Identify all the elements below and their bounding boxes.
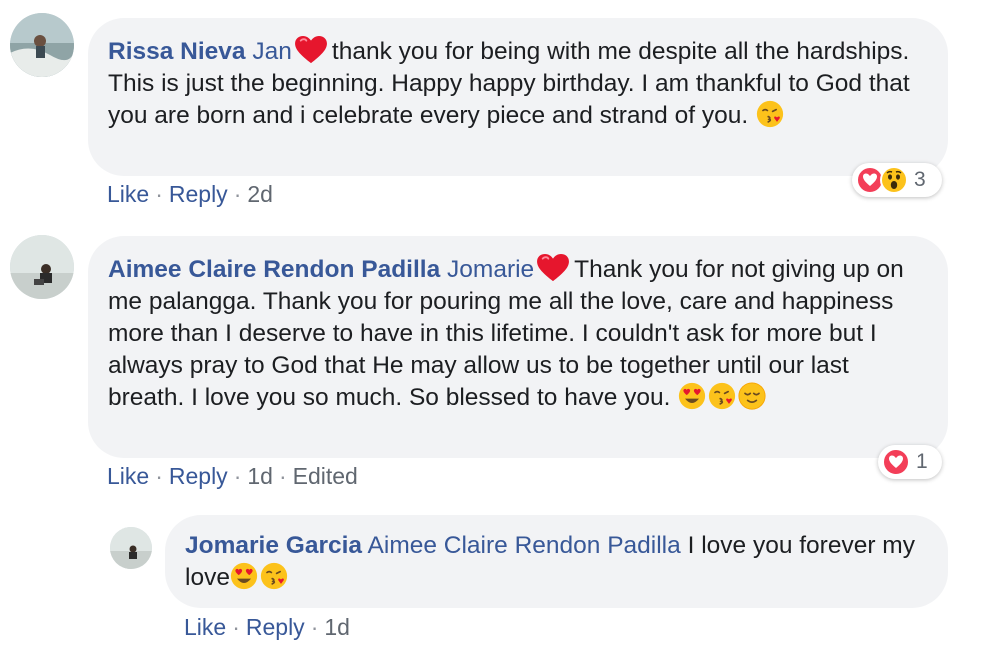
separator: · xyxy=(310,614,319,640)
heart-eyes-face-icon xyxy=(678,382,706,410)
avatar-photo xyxy=(10,13,74,77)
comment-author[interactable]: Rissa Nieva xyxy=(108,38,246,65)
separator: · xyxy=(155,181,163,207)
reaction-summary[interactable]: 1 xyxy=(878,445,942,479)
comment-time[interactable]: 2d xyxy=(247,181,273,207)
reply-author[interactable]: Jomarie Garcia xyxy=(185,532,362,559)
comment-bubble: Aimee Claire Rendon Padilla Jomarie Thank… xyxy=(88,236,948,458)
heart-eyes-face-icon xyxy=(230,562,258,590)
love-reaction-icon xyxy=(882,448,910,476)
reply-actions: Like · Reply · 1d xyxy=(184,613,350,641)
separator: · xyxy=(232,614,240,640)
edited-label[interactable]: Edited xyxy=(293,463,358,489)
comment-author[interactable]: Aimee Claire Rendon Padilla xyxy=(108,256,440,283)
separator: · xyxy=(233,463,242,489)
reaction-summary[interactable]: 3 xyxy=(852,163,942,197)
reply-link[interactable]: Reply xyxy=(169,181,228,207)
separator: · xyxy=(233,181,242,207)
avatar[interactable] xyxy=(110,527,152,569)
kissing-face-icon xyxy=(260,562,288,590)
red-heart-icon xyxy=(294,35,328,65)
comment-mention[interactable]: Jan xyxy=(252,38,292,65)
reaction-count: 1 xyxy=(916,450,928,473)
comment-actions: Like · Reply · 1d · Edited xyxy=(107,462,358,490)
avatar[interactable] xyxy=(10,235,74,299)
reaction-count: 3 xyxy=(914,168,926,191)
reply-mention[interactable]: Aimee Claire Rendon Padilla xyxy=(368,532,681,559)
reply-time[interactable]: 1d xyxy=(324,614,350,640)
avatar-photo xyxy=(10,235,74,299)
separator: · xyxy=(155,463,163,489)
kissing-face-icon xyxy=(756,100,784,128)
reply-bubble: Jomarie Garcia Aimee Claire Rendon Padil… xyxy=(165,515,948,608)
avatar-photo xyxy=(110,527,152,569)
wow-reaction-icon xyxy=(880,166,908,194)
comment-actions: Like · Reply · 2d xyxy=(107,180,273,208)
comment-mention[interactable]: Jomarie xyxy=(447,256,534,283)
avatar[interactable] xyxy=(10,13,74,77)
like-link[interactable]: Like xyxy=(107,463,149,489)
separator: · xyxy=(278,463,287,489)
like-link[interactable]: Like xyxy=(184,614,226,640)
reply-link[interactable]: Reply xyxy=(246,614,305,640)
kissing-face-icon xyxy=(708,382,736,410)
comment-time[interactable]: 1d xyxy=(247,463,273,489)
reply-link[interactable]: Reply xyxy=(169,463,228,489)
like-link[interactable]: Like xyxy=(107,181,149,207)
red-heart-icon xyxy=(536,253,570,283)
relieved-face-icon xyxy=(738,382,766,410)
comment-bubble: Rissa Nieva Jan thank you for being with … xyxy=(88,18,948,176)
